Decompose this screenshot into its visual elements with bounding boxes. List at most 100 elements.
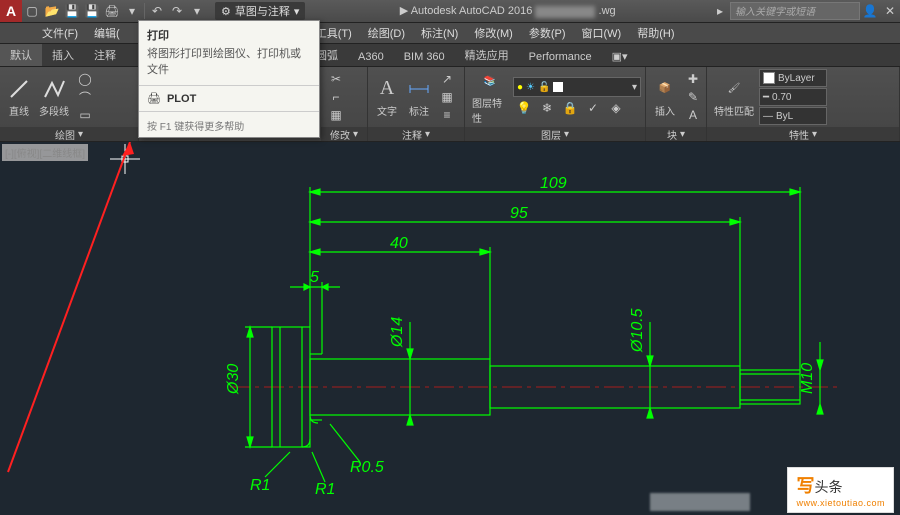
qat-undo-icon[interactable]: ↶ <box>147 1 167 21</box>
create-block-icon[interactable]: ✚ <box>682 70 704 88</box>
search-input[interactable]: 输入关键字或短语 <box>730 2 860 20</box>
tooltip-desc: 将图形打印到绘图仪、打印机或文件 <box>139 45 319 83</box>
layer-off-icon[interactable]: 💡 <box>513 99 535 117</box>
quick-access-toolbar: A ▢ 📂 💾 💾 🖨 ▾ ↶ ↷ ▾ ⚙ 草图与注释 ▾ ▶ Autodesk… <box>0 0 900 23</box>
workspace-label: 草图与注释 <box>235 3 290 19</box>
tab-default[interactable]: 默认 <box>0 44 42 66</box>
dim-95: 95 <box>510 205 528 222</box>
linetype-dropdown[interactable]: — ByL <box>759 107 827 125</box>
menu-help[interactable]: 帮助(H) <box>629 25 682 41</box>
color-dropdown[interactable]: ByLayer <box>759 69 827 87</box>
text-button[interactable]: A文字 <box>372 77 402 118</box>
layer-props-button[interactable]: 📚图层特性 <box>469 69 511 125</box>
tooltip-command: 🖨 PLOT <box>139 88 319 109</box>
dim-109: 109 <box>540 175 567 192</box>
menu-file[interactable]: 文件(F) <box>34 25 86 41</box>
layer-dropdown[interactable]: ● ☀ 🔓 ▾ <box>513 77 641 97</box>
tab-bim360[interactable]: BIM 360 <box>394 48 455 66</box>
menu-draw[interactable]: 绘图(D) <box>360 25 413 41</box>
array-icon[interactable]: ▦ <box>325 106 347 124</box>
trim-icon[interactable]: ✂ <box>325 70 347 88</box>
dim-40: 40 <box>390 235 408 252</box>
polyline-button[interactable]: 多段线 <box>36 77 72 118</box>
dim-d14: Ø14 <box>389 317 406 348</box>
lock-icon: 🔓 <box>538 82 550 93</box>
qat-saveas-icon[interactable]: 💾 <box>82 1 102 21</box>
ribbon: 直线 多段线 ◯ ⌒ ▭ 绘图 ▾ ✂ ⌐ ▦ 修改 ▾ A文字 标注 ↗ ▦ … <box>0 67 900 142</box>
tab-expand-icon[interactable]: ▣▾ <box>602 47 638 66</box>
gear-icon: ⚙ <box>221 5 231 18</box>
arc-icon[interactable]: ⌒ <box>74 88 96 106</box>
rect-icon[interactable]: ▭ <box>74 106 96 124</box>
panel-layers-label: 图层 ▾ <box>465 127 645 141</box>
qat-new-icon[interactable]: ▢ <box>22 1 42 21</box>
watermark-url: www.xietoutiao.com <box>796 498 885 508</box>
dim-d105: Ø10.5 <box>629 308 646 353</box>
line-button[interactable]: 直线 <box>4 77 34 118</box>
edit-block-icon[interactable]: ✎ <box>682 88 704 106</box>
print-icon: 🖨 <box>147 92 161 105</box>
layer-match-icon[interactable]: ✓ <box>582 99 604 117</box>
qat-dropdown-icon[interactable]: ▾ <box>122 1 142 21</box>
menu-modify[interactable]: 修改(M) <box>466 25 521 41</box>
panel-block: 📦插入 ✚ ✎ A 块 ▾ <box>646 67 707 141</box>
tab-featured[interactable]: 精选应用 <box>455 44 519 66</box>
table-icon[interactable]: ▦ <box>436 88 458 106</box>
dim-r1b: R1 <box>315 481 335 498</box>
mtext-icon[interactable]: ≡ <box>436 106 458 124</box>
dim-r05: R0.5 <box>350 459 384 476</box>
watermark: 写头条 www.xietoutiao.com <box>787 467 894 513</box>
ribbon-tabs: 默认 插入 注释 圆弧 A360 BIM 360 精选应用 Performanc… <box>0 44 900 67</box>
shaft-drawing: 109 95 40 5 Ø30 Ø14 Ø10.5 M10 R0.5 R1 R1 <box>210 172 850 502</box>
qat-redo-icon[interactable]: ↷ <box>167 1 187 21</box>
tab-annotate[interactable]: 注释 <box>84 44 126 66</box>
menu-edit[interactable]: 编辑( <box>86 25 128 41</box>
crosshair-cursor <box>110 144 140 174</box>
exchange-icon[interactable]: ✕ <box>880 1 900 21</box>
panel-draw: 直线 多段线 ◯ ⌒ ▭ 绘图 ▾ <box>0 67 139 141</box>
panel-properties: 🖌特性匹配 ByLayer ━ 0.70 — ByL 特性 ▾ <box>707 67 900 141</box>
chevron-down-icon: ▾ <box>294 5 300 18</box>
tooltip-title: 打印 <box>139 21 319 45</box>
attr-icon[interactable]: A <box>682 106 704 124</box>
qat-dropdown2-icon[interactable]: ▾ <box>187 1 207 21</box>
insert-button[interactable]: 📦插入 <box>650 77 680 118</box>
drawing-canvas[interactable]: [-][俯视][二维线框] <box>0 142 900 515</box>
dimension-button[interactable]: 标注 <box>404 77 434 118</box>
menu-param[interactable]: 参数(P) <box>521 25 574 41</box>
sun-icon: ☀ <box>526 82 535 93</box>
match-props-button[interactable]: 🖌特性匹配 <box>711 77 757 118</box>
panel-layers: 📚图层特性 ● ☀ 🔓 ▾ 💡 ❄ 🔒 ✓ ◈ 图 <box>465 67 646 141</box>
panel-annot-label: 注释 ▾ <box>368 127 464 141</box>
circle-icon[interactable]: ◯ <box>74 70 96 88</box>
qat-print-icon[interactable]: 🖨 <box>102 1 122 21</box>
panel-modify: ✂ ⌐ ▦ 修改 ▾ <box>321 67 368 141</box>
tab-a360[interactable]: A360 <box>348 48 394 66</box>
app-logo[interactable]: A <box>0 0 22 22</box>
viewport-controls[interactable]: [-][俯视][二维线框] <box>2 144 88 161</box>
panel-draw-label: 绘图 ▾ <box>0 127 138 141</box>
layer-lock-icon[interactable]: 🔒 <box>559 99 581 117</box>
leader-icon[interactable]: ↗ <box>436 70 458 88</box>
menu-window[interactable]: 窗口(W) <box>574 25 630 41</box>
infocenter-icon[interactable]: 👤 <box>860 1 880 21</box>
qat-save-icon[interactable]: 💾 <box>62 1 82 21</box>
workspace-switcher[interactable]: ⚙ 草图与注释 ▾ <box>215 2 305 20</box>
print-tooltip: 打印 将图形打印到绘图仪、打印机或文件 🖨 PLOT 按 F1 键获得更多帮助 <box>138 20 320 138</box>
tab-performance[interactable]: Performance <box>519 48 602 66</box>
lineweight-dropdown[interactable]: ━ 0.70 <box>759 88 827 106</box>
panel-modify-label: 修改 ▾ <box>321 127 367 141</box>
tab-insert[interactable]: 插入 <box>42 44 84 66</box>
qat-open-icon[interactable]: 📂 <box>42 1 62 21</box>
menu-bar: 文件(F) 编辑( 工具(T) 绘图(D) 标注(N) 修改(M) 参数(P) … <box>0 23 900 44</box>
fillet-icon[interactable]: ⌐ <box>325 88 347 106</box>
bulb-icon: ● <box>517 82 523 93</box>
layer-iso-icon[interactable]: ◈ <box>605 99 627 117</box>
dim-r1a: R1 <box>250 477 270 494</box>
title-bar: ▶ Autodesk AutoCAD 2016 .wg <box>305 4 710 17</box>
layer-freeze-icon[interactable]: ❄ <box>536 99 558 117</box>
dim-5: 5 <box>310 269 319 286</box>
search-arrow-icon[interactable]: ▸ <box>710 1 730 21</box>
panel-block-label: 块 ▾ <box>646 127 706 141</box>
menu-dim[interactable]: 标注(N) <box>413 25 466 41</box>
